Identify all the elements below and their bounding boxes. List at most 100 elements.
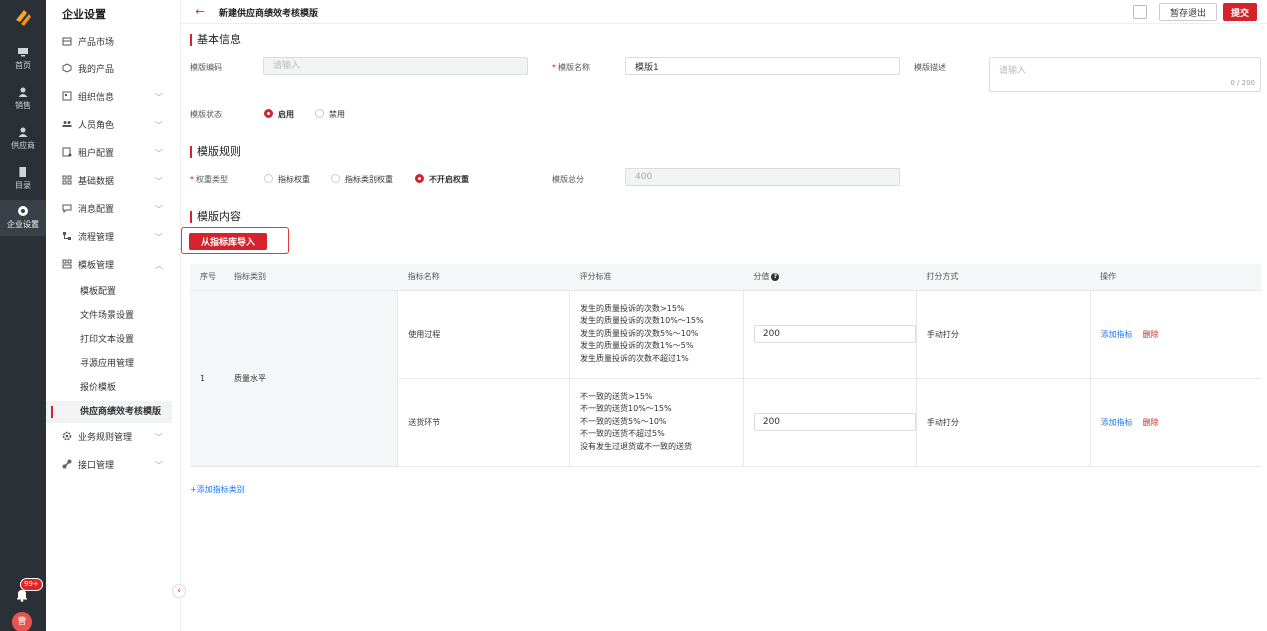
rail-item-label: 企业设置 (7, 220, 39, 229)
flow-icon (63, 232, 71, 240)
rail-item-supplier[interactable]: 供应商 (0, 126, 46, 156)
required-mark: * (552, 63, 556, 72)
sidebar-item-my-products[interactable]: 我的产品 (46, 59, 181, 81)
message-icon (62, 204, 72, 213)
add-category-link[interactable]: +添加指标类别 (190, 484, 245, 495)
sidebar-item-business-rules[interactable]: 业务规则管理 ﹀ (46, 427, 181, 449)
status-label: 模版状态 (190, 110, 222, 119)
total-score-input[interactable] (625, 168, 900, 186)
template-icon (62, 259, 72, 269)
collapse-sidebar-button[interactable]: ‹ (172, 584, 186, 598)
table-row: 1 质量水平 使用过程 发生的质量投诉的次数>15% 发生的质量投诉的次数10%… (190, 290, 1261, 467)
import-from-library-button[interactable]: 从指标库导入 (189, 233, 267, 250)
page-header: ← 新建供应商绩效考核模版 暂存退出 提交 (181, 0, 1267, 24)
desc-textarea[interactable]: 请输入 0 / 200 (989, 57, 1261, 92)
sidebar-subitem-label: 供应商绩效考核模版 (80, 407, 162, 417)
rail-item-catalog[interactable]: 目录 (0, 166, 46, 196)
cell-category: 质量水平 (223, 290, 398, 467)
sidebar-item-label: 消息配置 (78, 205, 115, 215)
name-input[interactable] (625, 57, 900, 75)
save-exit-button[interactable]: 暂存退出 (1159, 3, 1217, 21)
cell-method: 手动打分 (915, 290, 1091, 379)
criteria-line: 发生质量投诉的次数不超过1% (580, 353, 689, 363)
required-mark: * (190, 175, 194, 184)
col-header-score: 分值? (743, 264, 917, 291)
section-title-content: 模版内容 (190, 211, 241, 223)
sidebar-subitem-quote-template[interactable]: 报价模板 (46, 377, 172, 399)
criteria-line: 发生的质量投诉的次数10%～15% (580, 316, 704, 326)
help-icon[interactable]: ? (771, 273, 780, 282)
sidebar-item-label: 业务规则管理 (78, 433, 133, 443)
rail-item-home[interactable]: 首页 (0, 46, 46, 76)
delete-link[interactable]: 删除 (1143, 418, 1159, 427)
sidebar-item-message[interactable]: 消息配置 ﹀ (46, 199, 181, 221)
col-header-name: 指标名称 (397, 264, 570, 291)
weight-type-label: * 权重类型 (190, 174, 228, 185)
criteria-line: 不一致的送货5%～10% (580, 416, 667, 426)
delete-link[interactable]: 删除 (1143, 330, 1159, 339)
radio-unchecked-icon (315, 109, 324, 118)
sidebar-item-tenant[interactable]: 租户配置 ﹀ (46, 143, 181, 165)
criteria-line: 发生的质量投诉的次数5%～10% (580, 328, 699, 338)
col-header-criteria: 评分标准 (569, 264, 744, 291)
weight-radio-none[interactable]: 不开启权重 (415, 174, 469, 185)
notification-badge: 99+ (20, 578, 43, 591)
weight-type-label-text: 权重类型 (196, 175, 228, 184)
sidebar-item-roles[interactable]: 人员角色 ﹀ (46, 115, 181, 137)
sidebar-subitem-supplier-performance[interactable]: 供应商绩效考核模版 (46, 401, 172, 423)
name-label: * 模版名称 (552, 62, 590, 73)
sidebar-subitem-label: 打印文本设置 (80, 335, 135, 345)
rail-item-sales[interactable]: 销售 (0, 86, 46, 116)
score-input[interactable] (753, 325, 916, 343)
sidebar-item-interface[interactable]: 接口管理 ﹀ (46, 455, 181, 477)
avatar[interactable]: 曹 (12, 612, 32, 631)
criteria-line: 不一致的送货不超过5% (580, 429, 665, 439)
link-icon (62, 459, 72, 469)
radio-label: 启用 (278, 110, 294, 119)
back-arrow-icon[interactable]: ← (193, 5, 207, 19)
rail-item-label: 目录 (15, 181, 31, 190)
submit-button[interactable]: 提交 (1223, 3, 1257, 21)
radio-label: 禁用 (329, 110, 345, 119)
sidebar-item-org-info[interactable]: 组织信息 ﹀ (46, 87, 181, 109)
sidebar-subitem-file-scene[interactable]: 文件场景设置 (46, 305, 172, 327)
col-header-actions: 操作 (1090, 264, 1261, 291)
radio-unchecked-icon (331, 174, 340, 183)
sidebar-subitem-print-text[interactable]: 打印文本设置 (46, 329, 172, 351)
layout-icon[interactable] (1133, 5, 1147, 19)
weight-radio-indicator[interactable]: 指标权重 (264, 174, 310, 185)
sidebar-subitem-template-config[interactable]: 模板配置 (46, 281, 172, 303)
sidebar-subitem-label: 模板配置 (80, 287, 117, 297)
book-icon (19, 167, 26, 177)
settings-icon (18, 206, 28, 216)
col-header-index: 序号 (190, 264, 224, 291)
section-title-rules: 模版规则 (190, 146, 241, 158)
status-radio-enabled[interactable]: 启用 (264, 109, 294, 120)
gear-icon (62, 431, 72, 441)
cell-actions: 添加指标 删除 (1089, 290, 1261, 379)
chevron-down-icon: ﹀ (155, 121, 163, 130)
sidebar-item-template-mgmt[interactable]: 模板管理 ︿ (46, 255, 181, 277)
sidebar-title: 企业设置 (62, 8, 106, 21)
col-header-category: 指标类别 (223, 264, 398, 291)
status-radio-disabled[interactable]: 禁用 (315, 109, 345, 120)
table-header-row: 序号 指标类别 指标名称 评分标准 分值? 打分方式 操作 (190, 264, 1261, 291)
user-icon (18, 87, 28, 97)
sidebar-item-basic-data[interactable]: 基础数据 ﹀ (46, 171, 181, 193)
sidebar-item-label: 我的产品 (78, 65, 115, 75)
weight-radio-category[interactable]: 指标类别权重 (331, 174, 393, 185)
code-input[interactable] (263, 57, 528, 75)
add-indicator-link[interactable]: 添加指标 (1101, 330, 1133, 339)
sidebar-item-product-market[interactable]: 产品市场 (46, 32, 181, 54)
app-rail: 首页 销售 供应商 目录 企业设置 99+ 曹 (0, 0, 46, 631)
score-input[interactable] (753, 413, 916, 431)
logo-icon[interactable] (12, 6, 34, 28)
rail-item-enterprise-settings[interactable]: 企业设置 (0, 200, 46, 236)
sidebar-subitem-sourcing-app[interactable]: 寻源应用管理 (46, 353, 172, 375)
page-title: 新建供应商绩效考核模版 (219, 9, 319, 19)
total-score-label: 模版总分 (552, 175, 584, 184)
criteria-line: 发生的质量投诉的次数1%～5% (580, 341, 694, 351)
add-indicator-link[interactable]: 添加指标 (1101, 418, 1133, 427)
section-title-basic: 基本信息 (190, 34, 241, 46)
sidebar-item-flow[interactable]: 流程管理 ﹀ (46, 227, 181, 249)
